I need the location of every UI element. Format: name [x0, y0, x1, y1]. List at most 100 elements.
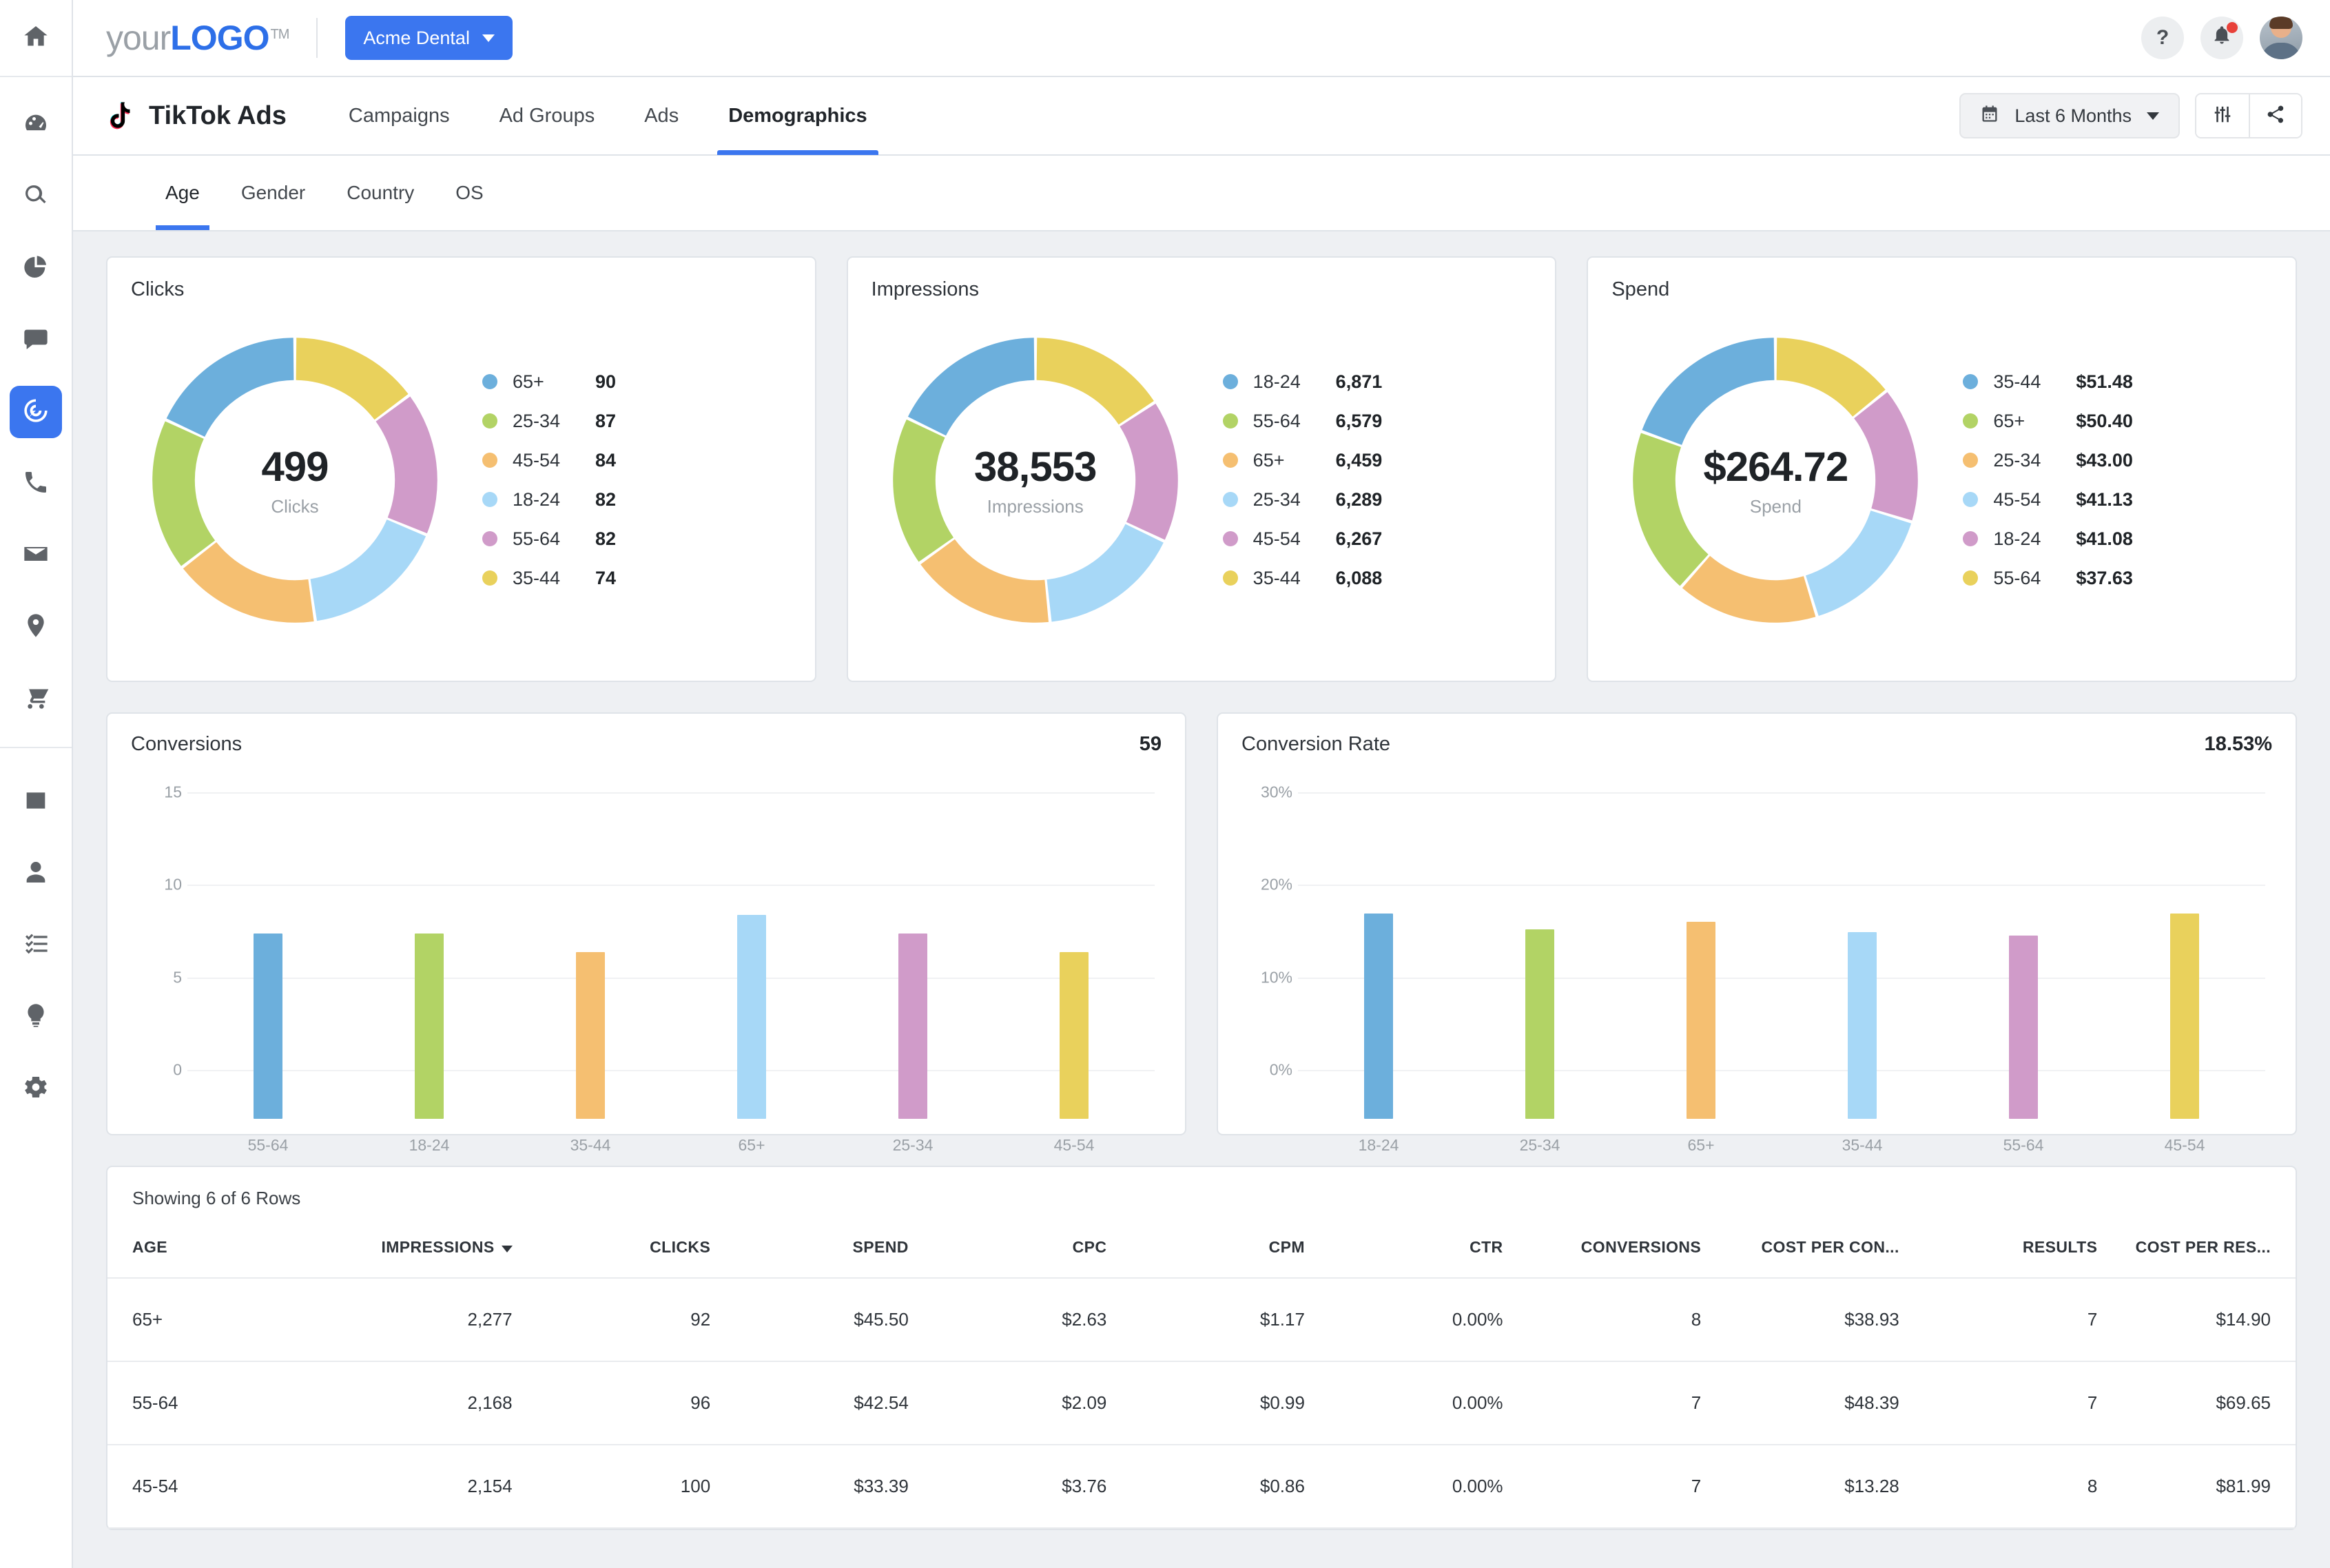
donut-segment[interactable]: [152, 421, 215, 566]
help-button[interactable]: ?: [2141, 17, 2184, 59]
table-column-header[interactable]: CLICKS: [513, 1209, 711, 1278]
donut-segment[interactable]: [1777, 338, 1886, 417]
bar[interactable]: [254, 933, 282, 1119]
legend-row[interactable]: 65+90: [482, 371, 616, 393]
conversions-bar-chart[interactable]: 05101555-6418-2435-4465+25-3445-54: [131, 774, 1162, 1119]
sidebar-item-email[interactable]: [0, 519, 72, 591]
donut-segment[interactable]: [375, 396, 437, 533]
sidebar-item-dashboard[interactable]: [0, 90, 72, 161]
table-column-header[interactable]: RESULTS: [1899, 1209, 2098, 1278]
sidebar-item-analytics[interactable]: [0, 233, 72, 305]
donut-segment[interactable]: [1047, 524, 1163, 621]
sidebar-item-ads[interactable]: [0, 376, 72, 448]
table-column-header[interactable]: COST PER CON...: [1701, 1209, 1899, 1278]
table-column-header[interactable]: COST PER RES...: [2097, 1209, 2296, 1278]
sidebar-item-insights[interactable]: [0, 981, 72, 1053]
notifications-button[interactable]: [2200, 17, 2243, 59]
legend-row[interactable]: 35-44$51.48: [1963, 371, 2133, 393]
donut-segment[interactable]: [920, 539, 1049, 622]
bar[interactable]: [898, 933, 927, 1119]
sidebar-item-calls[interactable]: [0, 448, 72, 519]
legend-row[interactable]: 45-54$41.13: [1963, 489, 2133, 510]
sidebar-item-locations[interactable]: [0, 591, 72, 663]
donut-segment[interactable]: [1682, 555, 1816, 622]
sidebar-item-contacts[interactable]: [0, 838, 72, 909]
bar[interactable]: [576, 952, 605, 1119]
sidebar-item-ecommerce[interactable]: [0, 663, 72, 734]
sidebar-item-search[interactable]: [0, 161, 72, 233]
sidebar-item-reports[interactable]: [0, 766, 72, 838]
donut-segment[interactable]: [1806, 510, 1911, 616]
legend-row[interactable]: 18-24$41.08: [1963, 528, 2133, 550]
avatar[interactable]: [2260, 17, 2302, 59]
legend-color-dot: [1963, 531, 1978, 546]
table-column-header[interactable]: AGE: [107, 1209, 314, 1278]
account-selector-button[interactable]: Acme Dental: [345, 16, 513, 60]
table-column-header[interactable]: CPM: [1106, 1209, 1305, 1278]
legend-row[interactable]: 45-5484: [482, 450, 616, 471]
legend-row[interactable]: 65+$50.40: [1963, 411, 2133, 432]
bar[interactable]: [1687, 922, 1715, 1119]
bar[interactable]: [737, 915, 766, 1119]
settings-sliders-button[interactable]: [2196, 94, 2249, 137]
left-sidebar: [0, 0, 73, 1568]
donut-segment[interactable]: [1036, 338, 1153, 424]
tab-campaigns[interactable]: Campaigns: [324, 76, 475, 155]
bar[interactable]: [1525, 929, 1554, 1119]
donut-segment[interactable]: [893, 419, 953, 561]
donut-segment[interactable]: [311, 519, 426, 621]
legend-row[interactable]: 18-2482: [482, 489, 616, 510]
bar[interactable]: [415, 933, 444, 1119]
bar[interactable]: [1364, 914, 1393, 1119]
legend-row[interactable]: 45-546,267: [1223, 528, 1383, 550]
tab-ads[interactable]: Ads: [619, 76, 703, 155]
table-row[interactable]: 45-542,154100$33.39$3.76$0.860.00%7$13.2…: [107, 1445, 2296, 1528]
table-column-header[interactable]: SPEND: [710, 1209, 909, 1278]
sidebar-item-home[interactable]: [0, 0, 72, 77]
tab-ad-groups[interactable]: Ad Groups: [475, 76, 620, 155]
subtab-os[interactable]: OS: [435, 156, 504, 230]
share-button[interactable]: [2249, 94, 2301, 137]
sidebar-item-settings[interactable]: [0, 1053, 72, 1124]
table-row[interactable]: 55-642,16896$42.54$2.09$0.990.00%7$48.39…: [107, 1361, 2296, 1445]
donut-segment[interactable]: [296, 338, 409, 420]
legend-row[interactable]: 25-3487: [482, 411, 616, 432]
subtab-gender[interactable]: Gender: [220, 156, 326, 230]
donut-segment[interactable]: [167, 338, 294, 437]
spend-donut-chart[interactable]: $264.72 Spend: [1624, 329, 1927, 632]
tab-demographics[interactable]: Demographics: [703, 76, 891, 155]
subtab-age[interactable]: Age: [145, 156, 220, 230]
sidebar-item-tasks[interactable]: [0, 909, 72, 981]
legend-row[interactable]: 65+6,459: [1223, 450, 1383, 471]
legend-row[interactable]: 18-246,871: [1223, 371, 1383, 393]
donut-segment[interactable]: [908, 338, 1035, 435]
donut-segment[interactable]: [1854, 392, 1918, 520]
conversion-rate-bar-chart[interactable]: 0%10%20%30%18-2425-3465+35-4455-6445-54: [1241, 774, 2272, 1119]
table-row[interactable]: 65+2,27792$45.50$2.63$1.170.00%8$38.937$…: [107, 1278, 2296, 1361]
table-column-header[interactable]: CPC: [909, 1209, 1107, 1278]
bar[interactable]: [2009, 936, 2038, 1119]
table-column-header[interactable]: CONVERSIONS: [1503, 1209, 1702, 1278]
table-column-header[interactable]: CTR: [1305, 1209, 1503, 1278]
legend-row[interactable]: 35-4474: [482, 568, 616, 589]
sidebar-item-messages[interactable]: [0, 305, 72, 376]
app-logo[interactable]: yourLOGOTM: [106, 18, 289, 58]
subtab-country[interactable]: Country: [326, 156, 435, 230]
donut-segment[interactable]: [1633, 433, 1709, 586]
donut-segment[interactable]: [1120, 403, 1177, 539]
legend-row[interactable]: 55-646,579: [1223, 411, 1383, 432]
donut-segment[interactable]: [1642, 338, 1775, 445]
impressions-donut-chart[interactable]: 38,553 Impressions: [884, 329, 1187, 632]
legend-row[interactable]: 55-64$37.63: [1963, 568, 2133, 589]
clicks-donut-chart[interactable]: 499 Clicks: [143, 329, 446, 632]
legend-row[interactable]: 25-346,289: [1223, 489, 1383, 510]
legend-row[interactable]: 55-6482: [482, 528, 616, 550]
table-column-header[interactable]: IMPRESSIONS: [314, 1209, 513, 1278]
donut-segment[interactable]: [183, 542, 314, 623]
bar[interactable]: [2170, 914, 2199, 1119]
legend-row[interactable]: 35-446,088: [1223, 568, 1383, 589]
bar[interactable]: [1848, 932, 1877, 1119]
legend-row[interactable]: 25-34$43.00: [1963, 450, 2133, 471]
bar[interactable]: [1060, 952, 1089, 1119]
date-range-picker[interactable]: Last 6 Months: [1959, 93, 2180, 138]
